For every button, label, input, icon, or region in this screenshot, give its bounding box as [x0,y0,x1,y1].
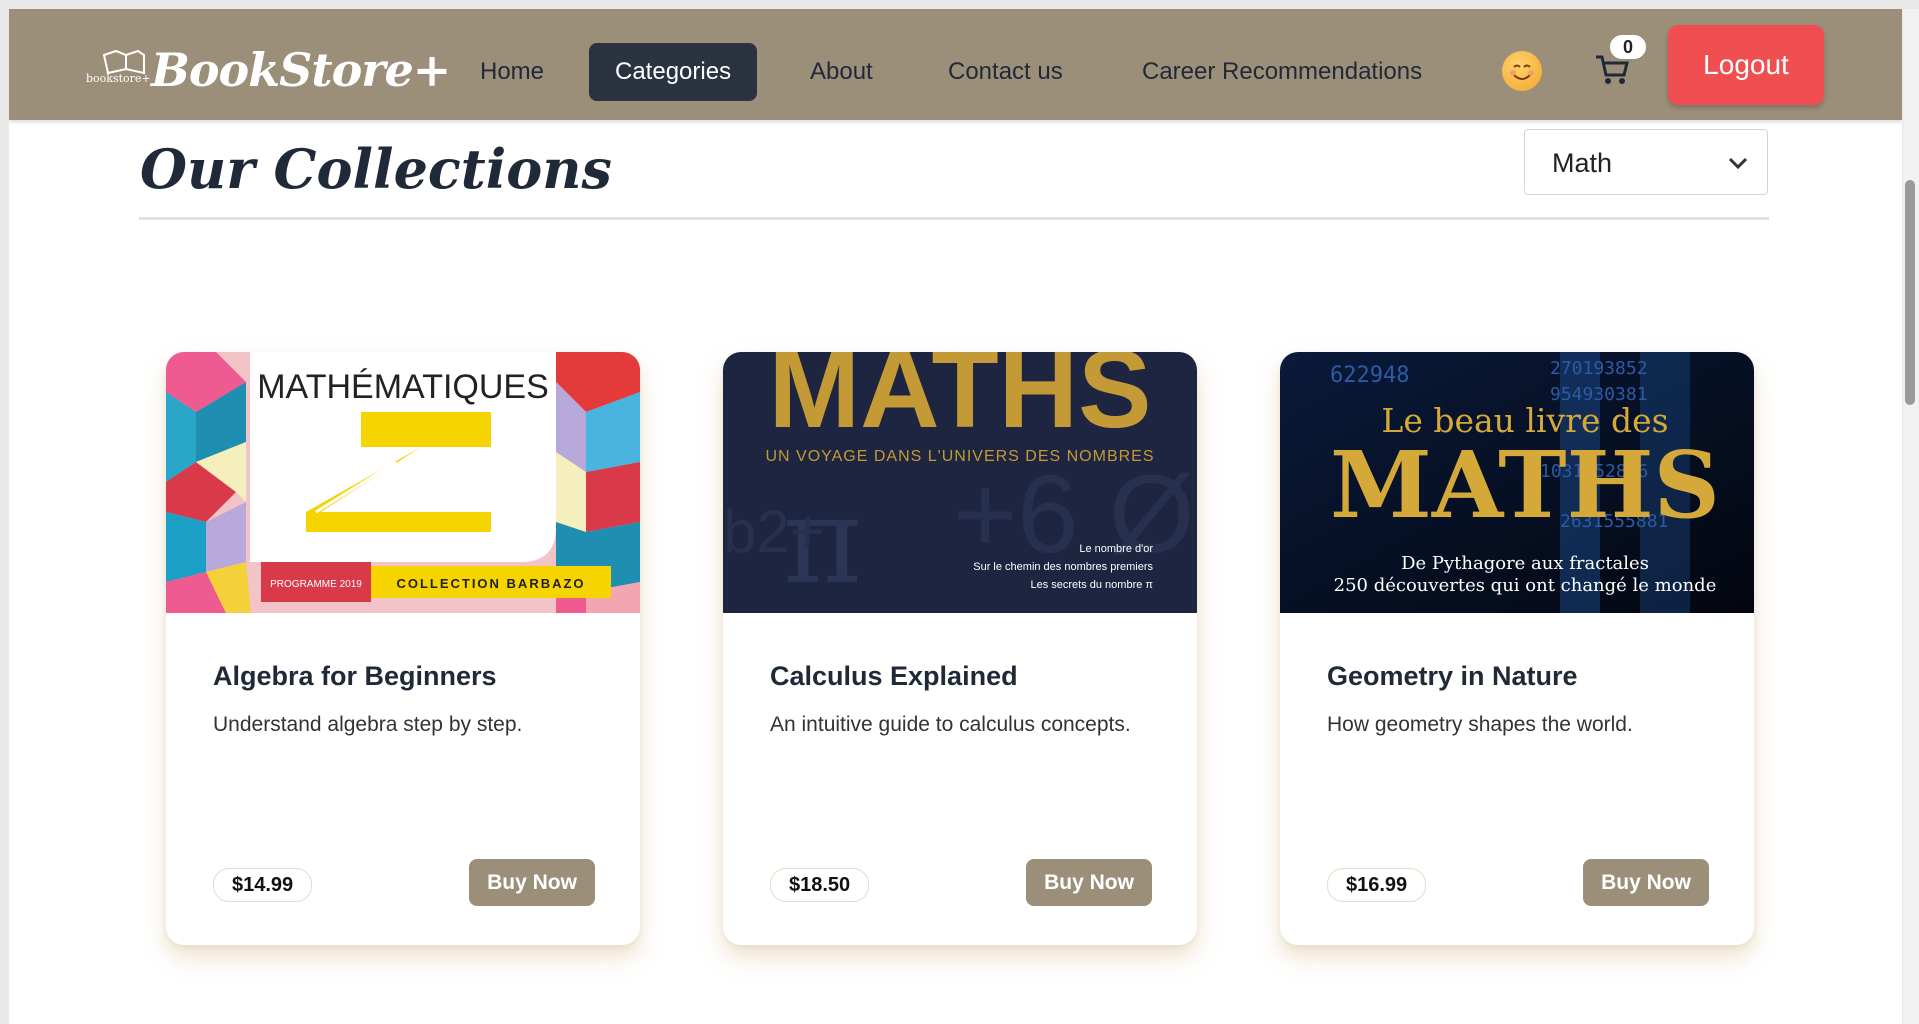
logout-button[interactable]: Logout [1668,25,1824,105]
book-card: MATHÉMATIQUES PROGRAMME 2019 COLLECTION … [166,352,640,945]
cover-line-1: Le nombre d'or [1079,543,1153,555]
cover-line-3: Les secrets du nombre π [1030,579,1153,591]
cover-title: MATHS [1330,431,1720,539]
cover-line-2: 250 découvertes qui ont changé le monde [1334,575,1717,596]
cover-line-2: Sur le chemin des nombres premiers [973,561,1153,573]
brand-logo[interactable]: BookStore+ [151,43,451,97]
book-card: π +6 Ø3 b2+ MATHS UN VOYAGE DANS L'UNIVE… [723,352,1197,945]
buy-now-button[interactable]: Buy Now [1583,859,1709,906]
nav-home[interactable]: Home [480,43,544,101]
book-description: An intuitive guide to calculus concepts. [770,713,1131,736]
svg-text:+6 Ø3: +6 Ø3 [953,453,1197,576]
scrollbar-track[interactable] [1903,9,1919,1024]
cart-count-badge: 0 [1610,35,1646,59]
book-title: Calculus Explained [770,661,1018,691]
svg-text:622948: 622948 [1330,363,1409,388]
divider [139,217,1769,220]
page: bookstore+ BookStore+ Home Categories Ab… [9,9,1902,1024]
book-price: $16.99 [1327,868,1427,902]
smiling-face-icon[interactable] [1502,51,1542,91]
cover-title: MATHS [769,352,1152,451]
cover-collection-label: COLLECTION BARBAZO [396,576,585,591]
nav-about[interactable]: About [810,43,873,101]
book-card: 622948 270193852 954930381 1031852866 26… [1280,352,1754,945]
nav-categories[interactable]: Categories [589,43,758,101]
book-title: Geometry in Nature [1327,661,1578,691]
book-cover-image: π +6 Ø3 b2+ MATHS UN VOYAGE DANS L'UNIVE… [723,352,1197,613]
page-title: Our Collections [140,137,612,201]
cover-program-badge: PROGRAMME 2019 [270,579,362,590]
chevron-down-icon [1728,157,1748,170]
category-select[interactable]: Math [1524,129,1768,195]
scrollbar-thumb[interactable] [1905,180,1915,405]
book-description: Understand algebra step by step. [213,713,523,736]
book-price: $14.99 [213,868,313,902]
cover-line-1: De Pythagore aux fractales [1401,553,1649,574]
buy-now-button[interactable]: Buy Now [469,859,595,906]
book-title: Algebra for Beginners [213,661,497,691]
navbar: bookstore+ BookStore+ Home Categories Ab… [9,9,1902,120]
cover-subtitle: UN VOYAGE DANS L'UNIVERS DES NOMBRES [765,448,1154,465]
book-description: How geometry shapes the world. [1327,713,1633,736]
book-cover-image: 622948 270193852 954930381 1031852866 26… [1280,352,1754,613]
book-cover-image: MATHÉMATIQUES PROGRAMME 2019 COLLECTION … [166,352,640,613]
nav-contact[interactable]: Contact us [948,43,1063,101]
svg-text:270193852: 270193852 [1550,358,1648,379]
book-price: $18.50 [770,868,870,902]
nav-career-recommendations[interactable]: Career Recommendations [1142,43,1422,101]
category-select-value: Math [1552,148,1613,178]
logo-mini-label: bookstore+ [86,72,151,85]
svg-text:b2+: b2+ [723,498,825,565]
cover-title: MATHÉMATIQUES [257,368,549,406]
buy-now-button[interactable]: Buy Now [1026,859,1152,906]
